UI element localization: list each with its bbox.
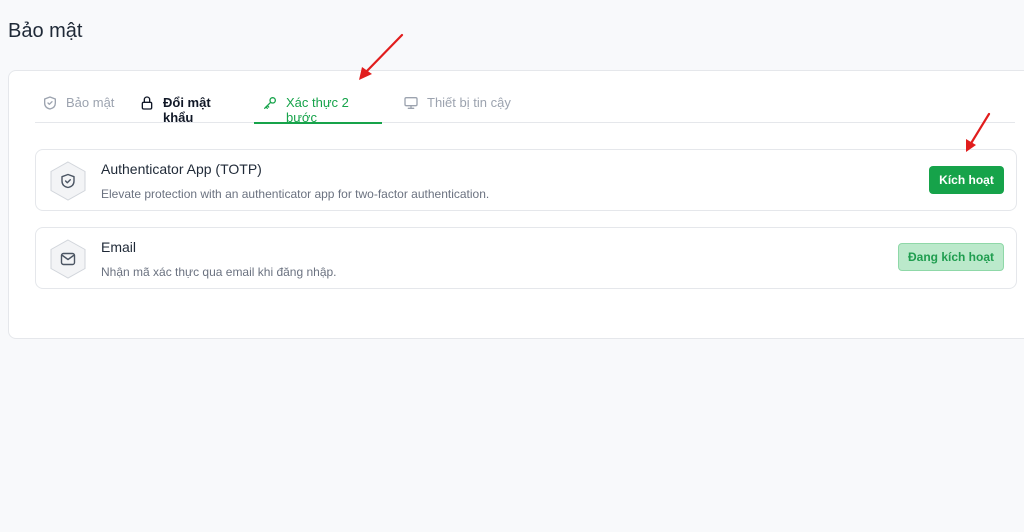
- tab-security[interactable]: Bảo mật: [42, 95, 118, 123]
- tab-change-password[interactable]: Đổi mật khẩu: [139, 95, 239, 125]
- method-authenticator-app: Authenticator App (TOTP) Elevate protect…: [35, 149, 1017, 211]
- activate-button[interactable]: Kích hoạt: [929, 166, 1004, 194]
- key-icon: [264, 97, 276, 109]
- tab-trusted-devices[interactable]: Thiết bị tin cậy: [403, 95, 523, 123]
- method-title: Authenticator App (TOTP): [101, 161, 262, 177]
- method-description: Nhận mã xác thực qua email khi đăng nhập…: [101, 265, 337, 279]
- tab-bar: Bảo mật Đổi mật khẩu Xác thực 2 bước Thi…: [35, 71, 1015, 125]
- method-email: Email Nhận mã xác thực qua email khi đăn…: [35, 227, 1017, 289]
- tab-two-factor[interactable]: Xác thực 2 bước: [254, 95, 382, 125]
- tab-trusted-devices-label: Thiết bị tin cậy: [427, 95, 511, 110]
- active-status-label: Đang kích hoạt: [907, 250, 994, 264]
- lock-icon: [141, 96, 153, 110]
- active-status-badge: Đang kích hoạt: [898, 243, 1004, 271]
- page-title: Bảo mật: [8, 20, 83, 42]
- security-card: Bảo mật Đổi mật khẩu Xác thực 2 bước Thi…: [8, 70, 1024, 339]
- shield-check-icon: [44, 96, 56, 110]
- mail-icon: [50, 239, 86, 279]
- tab-change-password-label: Đổi mật khẩu: [163, 95, 211, 125]
- tab-security-label: Bảo mật: [66, 95, 115, 110]
- method-description: Elevate protection with an authenticator…: [101, 187, 490, 201]
- shield-check-icon: [50, 161, 86, 201]
- monitor-icon: [404, 97, 418, 109]
- tab-two-factor-label: Xác thực 2 bước: [286, 95, 349, 125]
- method-title: Email: [101, 239, 137, 255]
